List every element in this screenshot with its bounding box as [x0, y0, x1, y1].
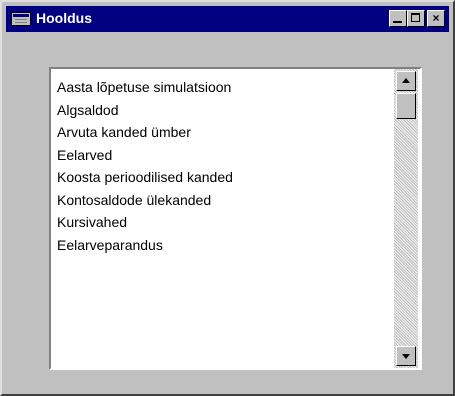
scroll-thumb[interactable]: [396, 93, 416, 119]
list-item[interactable]: Koosta perioodilised kanded: [57, 166, 233, 189]
scroll-down-arrow-icon: [402, 354, 410, 359]
maintenance-window: Hooldus × Aasta lõpetuse simulatsioon Al…: [0, 0, 455, 396]
list-item[interactable]: Arvuta kanded ümber: [57, 121, 233, 144]
scroll-up-button[interactable]: [396, 71, 416, 91]
list-item[interactable]: Aasta lõpetuse simulatsioon: [57, 76, 233, 99]
minimize-icon: [393, 21, 402, 23]
close-icon: ×: [432, 11, 440, 25]
maximize-icon: [411, 13, 420, 22]
title-bar[interactable]: Hooldus ×: [6, 6, 449, 32]
window-title: Hooldus: [36, 10, 92, 26]
list-item[interactable]: Eelarveparandus: [57, 234, 233, 257]
list-item[interactable]: Eelarved: [57, 144, 233, 167]
window-icon[interactable]: [11, 12, 31, 26]
scroll-up-arrow-icon: [402, 78, 410, 83]
list-item[interactable]: Kontosaldode ülekanded: [57, 189, 233, 212]
maximize-button[interactable]: [407, 10, 425, 27]
list-items: Aasta lõpetuse simulatsioon Algsaldod Ar…: [57, 76, 233, 256]
scroll-down-button[interactable]: [396, 346, 416, 366]
list-item[interactable]: Kursivahed: [57, 211, 233, 234]
list-item[interactable]: Algsaldod: [57, 99, 233, 122]
close-button[interactable]: ×: [427, 10, 445, 27]
vertical-scrollbar[interactable]: [394, 69, 418, 368]
minimize-button[interactable]: [389, 10, 407, 27]
maintenance-list[interactable]: Aasta lõpetuse simulatsioon Algsaldod Ar…: [49, 67, 422, 370]
